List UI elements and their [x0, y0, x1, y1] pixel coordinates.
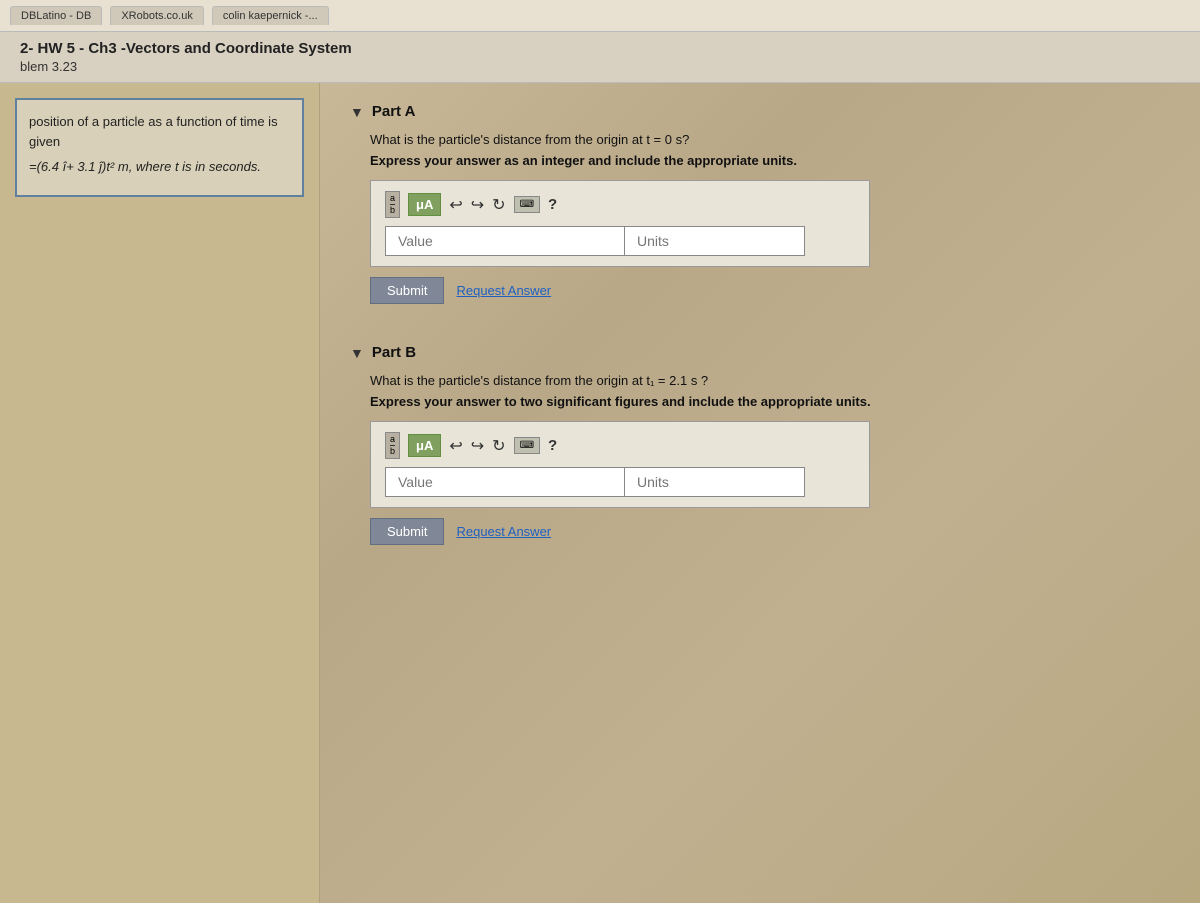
- part-b-answer-box: a b μA ↩ ↪ ↻ ⌨ ?: [370, 421, 870, 508]
- tab-dblatino[interactable]: DBLatino - DB: [10, 6, 102, 25]
- part-b-value-input[interactable]: [385, 467, 625, 497]
- part-a-redo-btn[interactable]: ↪: [471, 195, 484, 215]
- sidebar: position of a particle as a function of …: [0, 83, 320, 903]
- problem-text-1: position of a particle as a function of …: [29, 112, 290, 151]
- problem-formula: =(6.4 î+ 3.1 ĵ)t² m, where t is in secon…: [29, 157, 290, 177]
- part-b-header: ▼ Part B: [350, 344, 1170, 361]
- content-area: ▼ Part A What is the particle's distance…: [320, 83, 1200, 903]
- part-a-buttons-row: Submit Request Answer: [370, 277, 1170, 304]
- part-a-input-row: [385, 226, 855, 256]
- part-b-collapse-arrow[interactable]: ▼: [350, 345, 364, 361]
- tab-colin[interactable]: colin kaepernick -...: [212, 6, 329, 25]
- part-a-mu-btn[interactable]: μA: [408, 193, 441, 216]
- part-b-redo-btn[interactable]: ↪: [471, 436, 484, 456]
- fraction-icon-b: a b: [390, 435, 395, 456]
- part-a-units-input[interactable]: [625, 226, 805, 256]
- part-b-fraction-btn[interactable]: a b: [385, 432, 400, 459]
- part-a-submit-btn[interactable]: Submit: [370, 277, 444, 304]
- part-a-question: What is the particle's distance from the…: [370, 132, 1170, 147]
- part-b-refresh-btn[interactable]: ↻: [492, 436, 505, 456]
- problem-label: blem 3.23: [20, 59, 1180, 74]
- part-b-title: Part B: [372, 344, 416, 361]
- part-b-input-row: [385, 467, 855, 497]
- part-a-undo-btn[interactable]: ↩: [449, 195, 462, 215]
- part-a-collapse-arrow[interactable]: ▼: [350, 104, 364, 120]
- part-b-help-btn[interactable]: ?: [548, 437, 557, 454]
- part-a-help-btn[interactable]: ?: [548, 196, 557, 213]
- part-a-fraction-btn[interactable]: a b: [385, 191, 400, 218]
- part-a-answer-box: a b μA ↩ ↪ ↻ ⌨ ?: [370, 180, 870, 267]
- browser-tabs: DBLatino - DB XRobots.co.uk colin kaeper…: [10, 6, 329, 25]
- part-a-request-answer-btn[interactable]: Request Answer: [456, 277, 551, 304]
- tab-xrobots[interactable]: XRobots.co.uk: [110, 6, 204, 25]
- page-header: 2- HW 5 - Ch3 -Vectors and Coordinate Sy…: [0, 32, 1200, 83]
- part-a-value-input[interactable]: [385, 226, 625, 256]
- part-b-instruction: Express your answer to two significant f…: [370, 394, 1170, 409]
- part-a-title: Part A: [372, 103, 416, 120]
- part-b-buttons-row: Submit Request Answer: [370, 518, 1170, 545]
- part-b-section: ▼ Part B What is the particle's distance…: [350, 344, 1170, 545]
- part-b-question: What is the particle's distance from the…: [370, 373, 1170, 388]
- part-a-toolbar: a b μA ↩ ↪ ↻ ⌨ ?: [385, 191, 855, 218]
- part-b-submit-btn[interactable]: Submit: [370, 518, 444, 545]
- part-b-toolbar: a b μA ↩ ↪ ↻ ⌨ ?: [385, 432, 855, 459]
- part-b-request-answer-btn[interactable]: Request Answer: [456, 518, 551, 545]
- part-b-keyboard-btn[interactable]: ⌨: [514, 437, 540, 454]
- fraction-icon: a b: [390, 194, 395, 215]
- part-b-units-input[interactable]: [625, 467, 805, 497]
- part-b-undo-btn[interactable]: ↩: [449, 436, 462, 456]
- browser-bar: DBLatino - DB XRobots.co.uk colin kaeper…: [0, 0, 1200, 32]
- main-layout: position of a particle as a function of …: [0, 83, 1200, 903]
- page-title: 2- HW 5 - Ch3 -Vectors and Coordinate Sy…: [20, 40, 1180, 57]
- problem-statement: position of a particle as a function of …: [15, 98, 304, 197]
- part-a-section: ▼ Part A What is the particle's distance…: [350, 103, 1170, 304]
- part-a-refresh-btn[interactable]: ↻: [492, 195, 505, 215]
- part-a-header: ▼ Part A: [350, 103, 1170, 120]
- part-a-keyboard-btn[interactable]: ⌨: [514, 196, 540, 213]
- part-b-mu-btn[interactable]: μA: [408, 434, 441, 457]
- part-a-instruction: Express your answer as an integer and in…: [370, 153, 1170, 168]
